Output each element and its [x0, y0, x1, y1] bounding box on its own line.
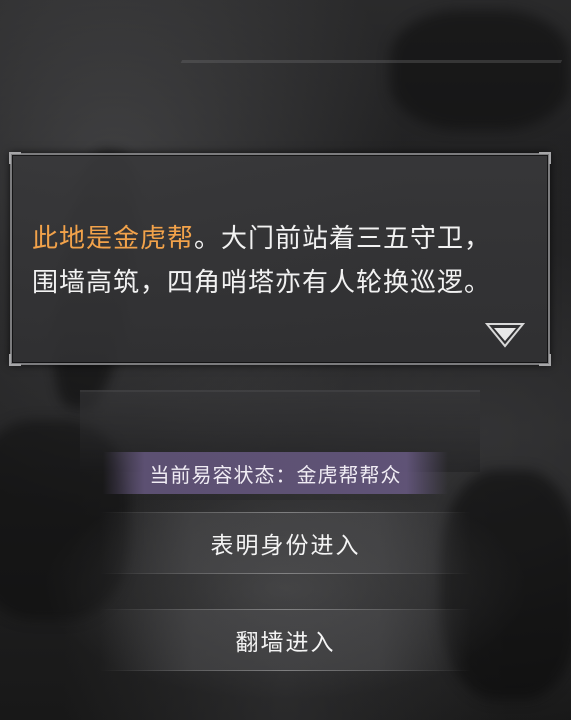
background-roof — [137, 60, 563, 155]
divider — [100, 609, 471, 610]
choice-label: 表明身份进入 — [210, 533, 361, 559]
narration-line-1: 此地是金虎帮。大门前站着三五守卫， — [32, 217, 532, 261]
divider — [100, 512, 471, 513]
disguise-status-banner: 当前易容状态：金虎帮帮众 — [103, 452, 448, 494]
narration-line-1-rest: 。大门前站着三五守卫， — [194, 224, 492, 254]
divider — [100, 573, 471, 574]
dialog-corner — [9, 152, 21, 164]
game-scene: 此地是金虎帮。大门前站着三五守卫， 围墙高筑，四角哨塔亦有人轮换巡逻。 当前易容… — [0, 0, 571, 720]
dialog-corner — [9, 354, 21, 366]
choice-reveal-identity-button[interactable]: 表明身份进入 — [100, 512, 471, 574]
choice-label: 翻墙进入 — [235, 630, 336, 656]
dialog-corner — [539, 152, 551, 164]
triangle-down-icon[interactable] — [485, 322, 525, 348]
dialog-corner — [539, 354, 551, 366]
disguise-status-text: 当前易容状态：金虎帮帮众 — [149, 462, 402, 487]
place-name: 此地是金虎帮 — [32, 224, 195, 254]
narration-line-2: 围墙高筑，四角哨塔亦有人轮换巡逻。 — [32, 268, 492, 298]
narration-text: 此地是金虎帮。大门前站着三五守卫， 围墙高筑，四角哨塔亦有人轮换巡逻。 — [32, 217, 532, 305]
narration-dialog[interactable]: 此地是金虎帮。大门前站着三五守卫， 围墙高筑，四角哨塔亦有人轮换巡逻。 — [9, 152, 551, 366]
choice-climb-wall-button[interactable]: 翻墙进入 — [100, 609, 471, 671]
divider — [100, 670, 471, 671]
